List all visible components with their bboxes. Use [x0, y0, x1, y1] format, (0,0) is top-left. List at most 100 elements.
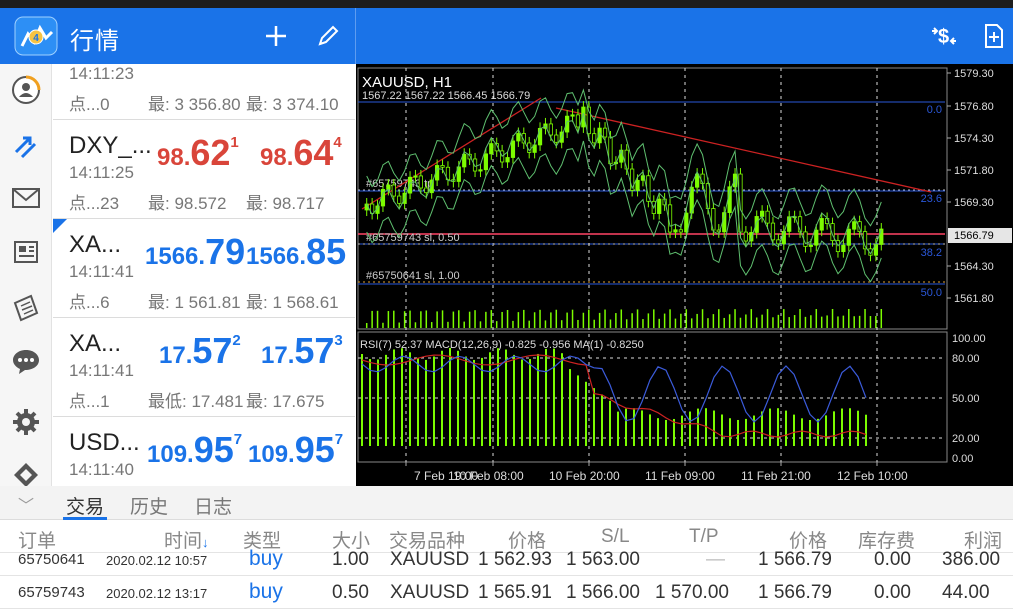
order-sl: 1 563.00	[566, 549, 640, 570]
ask-price: 109.957	[248, 429, 344, 470]
svg-text:4: 4	[33, 33, 39, 44]
quote-row[interactable]: 14:11:23 点...0 最: 3 356.80 最: 3 374.10	[53, 64, 355, 120]
quote-symbol: USD...	[69, 429, 140, 456]
chat-icon[interactable]	[8, 343, 44, 379]
selection-marker	[53, 219, 67, 233]
bid-price: 17.572	[159, 330, 241, 371]
bid-price: 109.957	[147, 429, 243, 470]
quote-time: 14:11:41	[69, 262, 134, 281]
chart-symbol-label: XAUUSD, H1	[362, 74, 452, 91]
candle-body	[440, 165, 445, 168]
tab-trade[interactable]: 交易	[66, 492, 104, 519]
candle-body	[760, 210, 765, 217]
tab-history[interactable]: 历史	[130, 492, 168, 519]
candle-body	[548, 123, 553, 136]
order-type: buy	[249, 547, 283, 570]
quote-low: 最: 3 356.80	[148, 95, 241, 114]
price-label: 1561.80	[954, 293, 994, 305]
candle-body	[424, 187, 429, 194]
candle-body	[814, 229, 819, 246]
indicator-level-label: 100.00	[952, 333, 986, 345]
indicator-level-label: 0.00	[952, 453, 973, 465]
quote-row[interactable]: XA... 14:11:41 17.572 17.573 点...1 最低: 1…	[53, 318, 355, 417]
price-label: 1579.30	[954, 68, 994, 80]
quote-spread: 点...1	[69, 392, 110, 411]
candle-body	[695, 173, 700, 188]
time-label: 10 Feb 08:00	[453, 469, 524, 483]
table-row[interactable]: 65759743 2020.02.12 13:17 buy 0.50 XAUUS…	[0, 576, 1013, 609]
pencil-icon[interactable]	[310, 18, 346, 54]
quote-spread: 点...0	[69, 95, 110, 114]
ask-price: 17.573	[261, 330, 343, 371]
indicator-level-label: 20.00	[952, 433, 980, 445]
candle-body	[770, 222, 776, 241]
journal-icon[interactable]	[8, 290, 44, 326]
trade-panel: ﹀ 交易 历史 日志 订单 时间↓ 类型 大小 交易品种 价格 S/L T/P …	[0, 486, 1013, 609]
order-symbol: XAUUSD	[390, 549, 470, 570]
candle-body	[570, 114, 575, 117]
fib-level-label: 50.0	[921, 287, 942, 299]
chart-ohlc-label: 1567.22 1567.22 1566.45 1566.79	[362, 90, 530, 102]
tab-journal[interactable]: 日志	[194, 492, 232, 519]
new-document-icon[interactable]	[976, 18, 1012, 54]
current-price-label: 1566.79	[954, 230, 994, 242]
candle-body	[624, 149, 629, 170]
price-chart[interactable]: 1579.30 1576.80 1574.30 1571.80 1569.30 1564.…	[356, 64, 1013, 486]
quote-time: 14:11:41	[69, 361, 134, 380]
bid-price: 1566.79	[145, 231, 246, 272]
trade-tabs: ﹀ 交易 历史 日志	[0, 486, 1013, 520]
settings-icon[interactable]	[8, 404, 44, 440]
order-swap: 0.00	[874, 582, 911, 603]
quote-low: 最: 1 561.81	[148, 293, 241, 312]
time-label: 11 Feb 21:00	[741, 469, 811, 483]
quote-spread: 点...6	[69, 293, 110, 312]
candle-body	[489, 143, 494, 155]
candle-body	[418, 175, 423, 189]
chevron-down-icon[interactable]: ﹀	[18, 492, 34, 516]
order-open-price: 1 565.91	[478, 582, 552, 603]
time-label: 11 Feb 09:00	[645, 469, 715, 483]
plus-icon[interactable]	[258, 18, 294, 54]
quote-high: 最: 98.717	[246, 194, 325, 213]
quote-high: 最: 1 568.61	[246, 293, 339, 312]
order-time: 2020.02.12 10:57	[106, 553, 208, 568]
order-profit: 44.00	[942, 582, 990, 603]
dollar-arrows-icon[interactable]: $	[926, 18, 962, 54]
news-icon[interactable]	[8, 234, 44, 270]
quote-symbol: XA...	[69, 330, 122, 357]
indicator-level-label: 80.00	[952, 353, 980, 365]
order-open-price: 1 562.93	[478, 549, 552, 570]
candle-body	[478, 169, 483, 172]
price-label: 1571.80	[954, 165, 994, 177]
order-label: #65759743 sl, 0.50	[366, 232, 460, 244]
indicator-level-label: 50.00	[952, 393, 980, 405]
order-label: #65750641 sl, 1.00	[366, 270, 460, 282]
order-price: 1 566.79	[758, 549, 832, 570]
candle-body	[787, 216, 792, 232]
candle-body	[819, 218, 824, 231]
candle-body	[575, 114, 581, 128]
candle-body	[808, 244, 813, 247]
candle-body	[537, 127, 543, 146]
page-title: 行情	[70, 28, 120, 55]
candle-body	[879, 228, 884, 245]
app-logo-icon[interactable]: 4	[14, 16, 58, 56]
mail-icon[interactable]	[8, 180, 44, 216]
quote-high: 最: 3 374.10	[246, 95, 339, 114]
quote-row-selected[interactable]: XA... 14:11:41 1566.79 1566.85 点...6 最: …	[53, 219, 355, 318]
chart-canvas[interactable]: 1579.30 1576.80 1574.30 1571.80 1569.30 1564.…	[356, 64, 1013, 486]
status-bar	[0, 0, 1013, 8]
quote-row[interactable]: DXY_... 14:11:25 98.621 98.644 点...23 最:…	[53, 120, 355, 219]
quote-row[interactable]: USD... 14:11:40 109.957 109.957	[53, 417, 355, 486]
order-sl: 1 566.00	[566, 582, 640, 603]
account-icon[interactable]	[8, 72, 44, 108]
app-header: 4 行情 $	[0, 8, 1013, 64]
candle-body	[678, 229, 683, 233]
table-row[interactable]: 65750641 2020.02.12 10:57 buy 1.00 XAUUS…	[0, 543, 1013, 576]
order-type: buy	[249, 580, 283, 603]
fib-level-label: 23.6	[921, 193, 942, 205]
fib-level-label: 38.2	[921, 247, 942, 259]
candle-body	[554, 134, 559, 143]
candle-body	[510, 140, 516, 158]
trade-arrows-icon[interactable]	[8, 129, 44, 165]
